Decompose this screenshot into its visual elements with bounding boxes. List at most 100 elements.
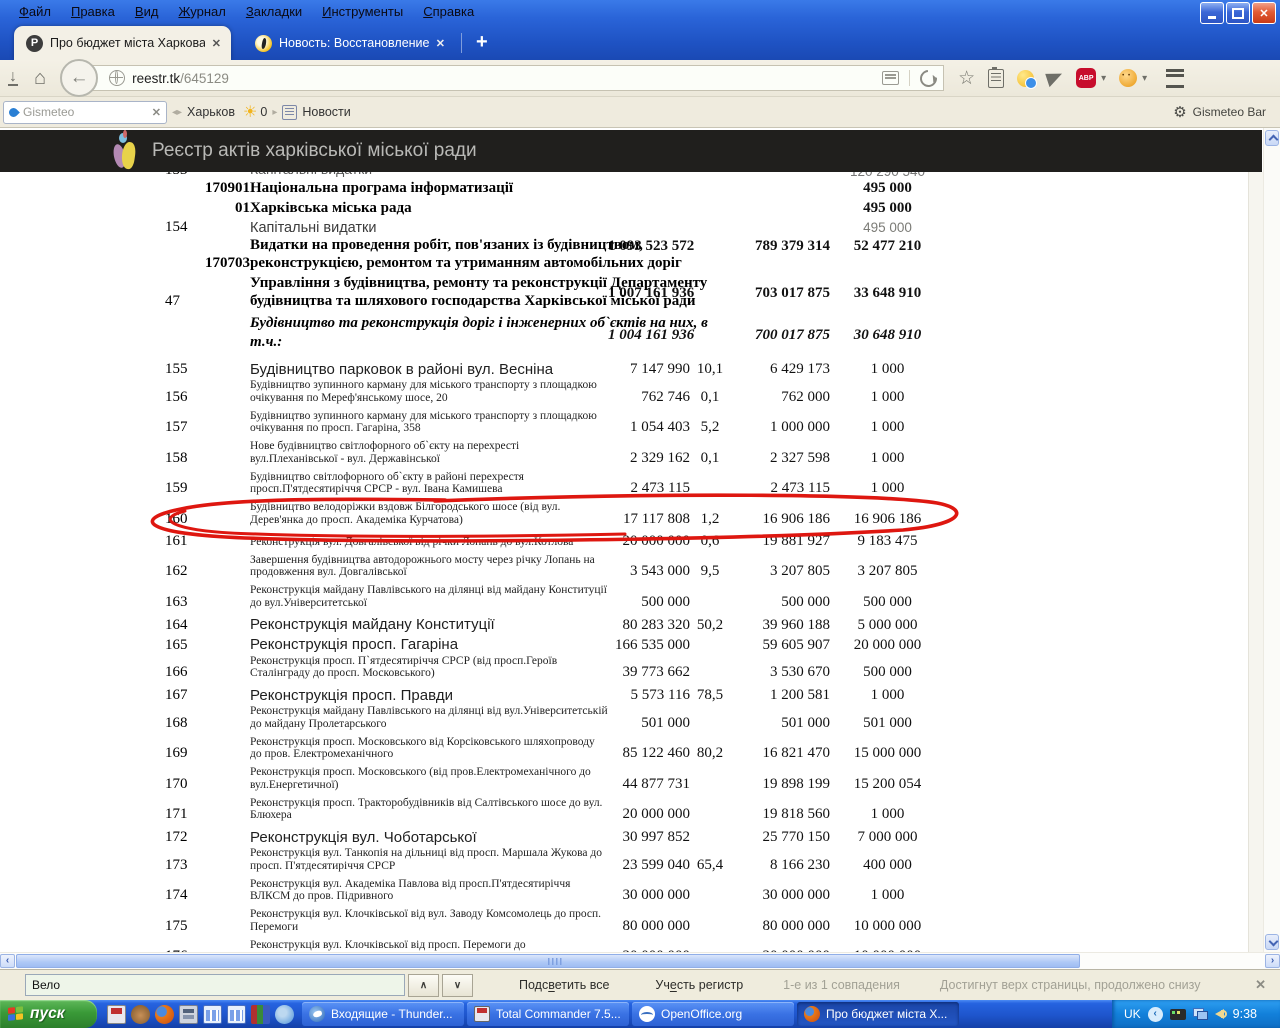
cell-name: Капітальні видатки bbox=[250, 172, 608, 179]
greasemonkey-icon[interactable] bbox=[1119, 69, 1137, 87]
divider: ▸ bbox=[272, 107, 277, 118]
gismeteo-weather-icon[interactable] bbox=[1017, 70, 1034, 87]
task-total-commander[interactable]: Total Commander 7.5... bbox=[467, 1002, 629, 1026]
bookmarks-list-icon[interactable] bbox=[988, 69, 1004, 88]
match-case-button[interactable]: Учесть регистр bbox=[655, 978, 743, 992]
cell-pct: 0,1 bbox=[690, 450, 730, 467]
menu-history[interactable]: Журнал bbox=[169, 2, 234, 21]
cell-name: Реконструкція вул. Танкопія на дільниці … bbox=[250, 847, 608, 874]
cell-a3: 1 000 bbox=[830, 450, 945, 467]
volume-tray-icon[interactable] bbox=[1215, 1009, 1224, 1019]
scroll-left-arrow[interactable]: ‹ bbox=[0, 954, 15, 968]
gear-icon[interactable]: ⚙ bbox=[1173, 103, 1186, 121]
find-bar: Вело ∧ ∨ Подсветить все Учесть регистр 1… bbox=[0, 969, 1280, 1000]
tab-strip: P Про бюджет міста Харкова ... ✕ Новость… bbox=[0, 22, 496, 60]
cell-a3: 120 290 540 bbox=[830, 172, 945, 179]
new-tab-button[interactable]: + bbox=[468, 31, 496, 54]
firefox-icon bbox=[804, 1006, 820, 1022]
cell-a3: 1 000 bbox=[830, 361, 945, 378]
cell-a2: 8 166 230 bbox=[730, 857, 830, 874]
highlight-all-button[interactable]: Подсветить все bbox=[519, 978, 609, 992]
cell-num: 175 bbox=[165, 918, 202, 935]
cell-a3: 33 648 910 bbox=[830, 285, 945, 310]
chevron-down-icon[interactable]: ▾ bbox=[1142, 73, 1147, 84]
task-thunderbird[interactable]: Входящие - Thunder... bbox=[302, 1002, 464, 1026]
scrollbar-thumb[interactable] bbox=[16, 954, 1080, 968]
reader-mode-icon[interactable] bbox=[882, 71, 899, 85]
cell-code: 170703 bbox=[202, 255, 250, 272]
cell-a2: 1 200 581 bbox=[730, 687, 830, 704]
horizontal-scrollbar[interactable]: ‹ › bbox=[0, 952, 1280, 969]
restore-button[interactable] bbox=[1226, 2, 1250, 24]
cell-a2: 16 906 186 bbox=[730, 511, 830, 528]
scroll-down-arrow[interactable] bbox=[1265, 934, 1279, 950]
table-row: 169Реконструкція просп. Московського від… bbox=[0, 736, 1248, 763]
window-grid-icon[interactable] bbox=[227, 1005, 246, 1024]
cell-code: 170901 bbox=[202, 180, 250, 197]
news-icon bbox=[282, 105, 297, 120]
tab-news[interactable]: Новость: Восстановление в... ✕ bbox=[243, 26, 455, 60]
gismeteo-search-input[interactable]: Gismeteo ✕ bbox=[3, 101, 167, 124]
site-globe-icon bbox=[109, 70, 125, 86]
kharkiv-emblem-logo bbox=[112, 132, 138, 170]
network-tray-icon[interactable] bbox=[1193, 1008, 1208, 1020]
keyboard-tray-icon[interactable] bbox=[1170, 1009, 1186, 1020]
home-icon[interactable]: ⌂ bbox=[34, 67, 46, 90]
city-label[interactable]: Харьков bbox=[187, 105, 235, 119]
menu-hamburger-icon[interactable] bbox=[1166, 69, 1184, 88]
swirl-app-icon[interactable] bbox=[275, 1005, 294, 1024]
url-bar[interactable]: reestr.tk/645129 bbox=[84, 65, 944, 91]
table-row: 154Капітальні видатки495 000 bbox=[0, 219, 1248, 236]
vertical-scrollbar[interactable] bbox=[1263, 128, 1280, 952]
scroll-up-arrow[interactable] bbox=[1265, 130, 1279, 146]
adblock-plus-icon[interactable]: ABP bbox=[1076, 68, 1096, 88]
tray-chevron-icon[interactable]: ‹ bbox=[1148, 1007, 1163, 1022]
menu-bookmarks[interactable]: Закладки bbox=[237, 2, 311, 21]
cell-num: 153 bbox=[165, 172, 202, 179]
tab-close-icon[interactable]: ✕ bbox=[436, 37, 445, 50]
close-find-icon[interactable]: ✕ bbox=[1255, 977, 1266, 993]
task-firefox-active[interactable]: Про бюджет міста Х... bbox=[797, 1002, 959, 1026]
cell-a3: 20 000 000 bbox=[830, 637, 945, 654]
cat-app-icon[interactable] bbox=[131, 1005, 150, 1024]
menu-view[interactable]: Вид bbox=[126, 2, 168, 21]
menu-edit[interactable]: Правка bbox=[62, 2, 124, 21]
table-row: 175Реконструкція вул. Клочківської від в… bbox=[0, 908, 1248, 935]
back-button[interactable]: ← bbox=[60, 59, 98, 97]
cell-name: Реконструкція просп. Тракторобудівників … bbox=[250, 797, 608, 824]
clear-search-icon[interactable]: ✕ bbox=[152, 106, 161, 119]
cell-a3: 1 000 bbox=[830, 389, 945, 406]
table-row: 170Реконструкція просп. Московського (ві… bbox=[0, 766, 1248, 793]
menu-help[interactable]: Справка bbox=[414, 2, 483, 21]
table-row: 153 Капітальні видатки 120 290 540 bbox=[0, 172, 1248, 179]
find-next-button[interactable]: ∨ bbox=[442, 974, 473, 997]
tab-budget[interactable]: P Про бюджет міста Харкова ... ✕ bbox=[14, 26, 231, 60]
find-previous-button[interactable]: ∧ bbox=[408, 974, 439, 997]
tab-close-icon[interactable]: ✕ bbox=[212, 37, 221, 50]
menu-tools[interactable]: Инструменты bbox=[313, 2, 412, 21]
window-chrome: Файл Правка Вид Журнал Закладки Инструме… bbox=[0, 0, 1280, 60]
cell-a1: 501 000 bbox=[608, 715, 690, 732]
cell-pct: 5,2 bbox=[690, 419, 730, 436]
scroll-right-arrow[interactable]: › bbox=[1265, 954, 1280, 968]
chevron-down-icon[interactable]: ▾ bbox=[1101, 73, 1106, 84]
cell-a3: 52 477 210 bbox=[830, 238, 945, 272]
downloads-icon[interactable]: ↓ bbox=[8, 70, 18, 86]
table-row: 172Реконструкція вул. Чоботарської30 997… bbox=[0, 827, 1248, 848]
menu-file[interactable]: Файл bbox=[10, 2, 60, 21]
close-button[interactable]: ✕ bbox=[1252, 2, 1276, 24]
cell-name: Будівництво парковок в районі вул. Весні… bbox=[250, 361, 608, 379]
reload-icon[interactable] bbox=[917, 66, 941, 90]
send-page-icon[interactable] bbox=[1045, 69, 1065, 87]
language-indicator[interactable]: UK bbox=[1124, 1007, 1141, 1021]
books-icon[interactable] bbox=[251, 1005, 270, 1024]
news-label[interactable]: Новости bbox=[302, 105, 350, 119]
calculator-icon[interactable] bbox=[179, 1005, 198, 1024]
window-grid-icon[interactable] bbox=[203, 1005, 222, 1024]
total-commander-icon[interactable] bbox=[107, 1005, 126, 1024]
task-openoffice[interactable]: OpenOffice.org bbox=[632, 1002, 794, 1026]
firefox-icon[interactable] bbox=[155, 1005, 174, 1024]
minimize-button[interactable] bbox=[1200, 2, 1224, 24]
find-input[interactable]: Вело bbox=[25, 974, 405, 996]
bookmark-star-icon[interactable]: ☆ bbox=[958, 67, 975, 90]
